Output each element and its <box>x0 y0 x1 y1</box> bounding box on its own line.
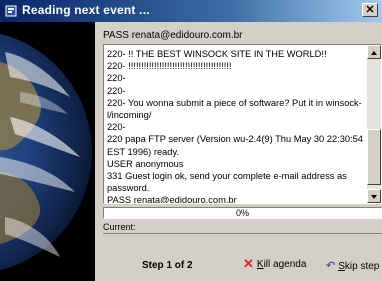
arrow-down-icon <box>371 195 377 199</box>
log-scrollbar[interactable] <box>367 45 381 203</box>
progress-label: 0% <box>235 208 249 218</box>
kill-label: ill agenda <box>263 259 307 270</box>
current-value <box>103 233 382 247</box>
log-line: PASS renata@edidouro.com.br <box>107 195 237 204</box>
arrow-up-icon <box>371 51 377 55</box>
scroll-up-button[interactable] <box>367 45 381 59</box>
log-line: 220- <box>107 122 126 133</box>
window-title: Reading next event ... <box>22 3 150 17</box>
skip-arrow-icon: ↶ <box>326 260 336 272</box>
earth-globe-icon <box>0 22 95 281</box>
current-label: Current: <box>103 222 136 232</box>
scroll-thumb[interactable] <box>367 129 381 185</box>
log-line: 220- !! THE BEST WINSOCK SITE IN THE WOR… <box>107 49 327 59</box>
earth-image <box>0 22 95 281</box>
kill-agenda-button[interactable]: ✕ Kill agenda <box>243 256 307 271</box>
log-line: 220- You wonna submit a piece of softwar… <box>107 97 362 121</box>
close-button[interactable]: ✕ <box>362 3 378 17</box>
skip-label: kip step <box>344 261 380 272</box>
skip-step-button[interactable]: ↶ Skip step <box>326 259 379 272</box>
log-line: 331 Guest login ok, send your complete e… <box>107 171 347 194</box>
log-lines: 220- !! THE BEST WINSOCK SITE IN THE WOR… <box>107 48 365 204</box>
log-line: 220- <box>107 85 126 96</box>
log-line: 220 papa FTP server (Version wu-2.4(9) T… <box>107 134 363 157</box>
pass-line: PASS renata@edidouro.com.br <box>103 30 243 41</box>
log-line: USER anonymous <box>107 158 184 169</box>
close-icon: ✕ <box>365 4 375 16</box>
title-bar[interactable]: Reading next event ... ✕ <box>0 0 382 22</box>
progress-bar: 0% <box>103 207 382 219</box>
kill-mnemonic: K <box>256 259 264 270</box>
log-line: 220- <box>107 73 126 84</box>
skip-mnemonic: S <box>338 261 345 272</box>
step-indicator: Step 1 of 2 <box>142 260 193 271</box>
reading-event-window: Reading next event ... ✕ PASS renata@edi… <box>0 0 382 281</box>
ftp-log-panel[interactable]: 220- !! THE BEST WINSOCK SITE IN THE WOR… <box>103 44 382 204</box>
scroll-down-button[interactable] <box>367 189 381 203</box>
app-icon <box>5 5 17 17</box>
log-line: 220- !!!!!!!!!!!!!!!!!!!!!!!!!!!!!!!!!!!… <box>107 61 232 72</box>
red-x-icon: ✕ <box>243 256 254 271</box>
